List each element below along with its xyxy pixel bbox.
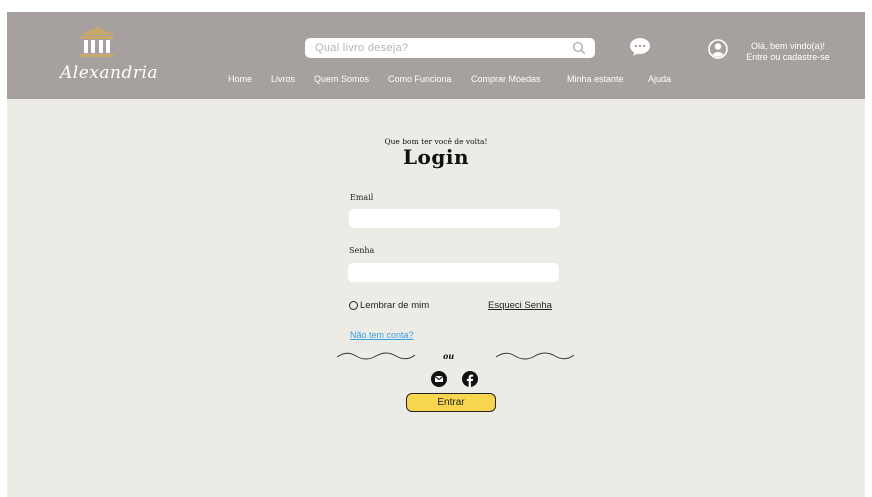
user-icon[interactable] bbox=[708, 39, 728, 59]
email-field[interactable] bbox=[349, 209, 560, 228]
nav-home[interactable]: Home bbox=[228, 74, 252, 84]
email-icon[interactable] bbox=[431, 371, 447, 387]
password-field[interactable] bbox=[348, 263, 559, 282]
divider-wave-left bbox=[337, 352, 415, 360]
facebook-icon[interactable] bbox=[462, 371, 478, 387]
password-label: Senha bbox=[349, 246, 375, 255]
remember-me-label: Lembrar de mim bbox=[360, 300, 430, 311]
nav-como-funciona[interactable]: Como Funciona bbox=[388, 74, 452, 84]
account-greeting[interactable]: Olá, bem vindo(a)! Entre ou cadastre-se bbox=[733, 41, 843, 63]
divider-text: ou bbox=[443, 351, 455, 361]
search-bar bbox=[305, 38, 595, 58]
signup-link[interactable]: Não tem conta? bbox=[350, 330, 414, 340]
search-icon[interactable] bbox=[572, 41, 586, 55]
greeting-line: Olá, bem vindo(a)! bbox=[750, 41, 826, 51]
login-button[interactable]: Entrar bbox=[406, 393, 496, 412]
page-title: Login bbox=[402, 145, 470, 169]
brand-name[interactable]: Alexandria bbox=[60, 63, 158, 83]
remember-me-option[interactable]: Lembrar de mim bbox=[349, 300, 429, 311]
remember-me-radio[interactable] bbox=[349, 301, 358, 310]
login-signup-prompt: Entre ou cadastre-se bbox=[746, 52, 830, 62]
chat-icon[interactable] bbox=[629, 37, 651, 57]
nav-comprar-moedas[interactable]: Comprar Moedas bbox=[471, 74, 541, 84]
email-label: Email bbox=[350, 193, 374, 202]
header: Alexandria Olá, bem vindo(a)! Entre ou c… bbox=[7, 12, 865, 99]
nav-quem-somos[interactable]: Quem Somos bbox=[314, 74, 369, 84]
building-logo-icon[interactable] bbox=[78, 26, 116, 58]
nav-ajuda[interactable]: Ajuda bbox=[648, 74, 671, 84]
nav-livros[interactable]: Livros bbox=[271, 74, 295, 84]
search-input[interactable] bbox=[315, 40, 555, 56]
login-section: Que bom ter você de volta! Login Email S… bbox=[7, 99, 865, 497]
forgot-password-link[interactable]: Esqueci Senha bbox=[488, 300, 552, 311]
divider-wave-right bbox=[496, 352, 574, 360]
app-frame: Alexandria Olá, bem vindo(a)! Entre ou c… bbox=[7, 12, 865, 497]
nav-minha-estante[interactable]: Minha estante bbox=[567, 74, 624, 84]
